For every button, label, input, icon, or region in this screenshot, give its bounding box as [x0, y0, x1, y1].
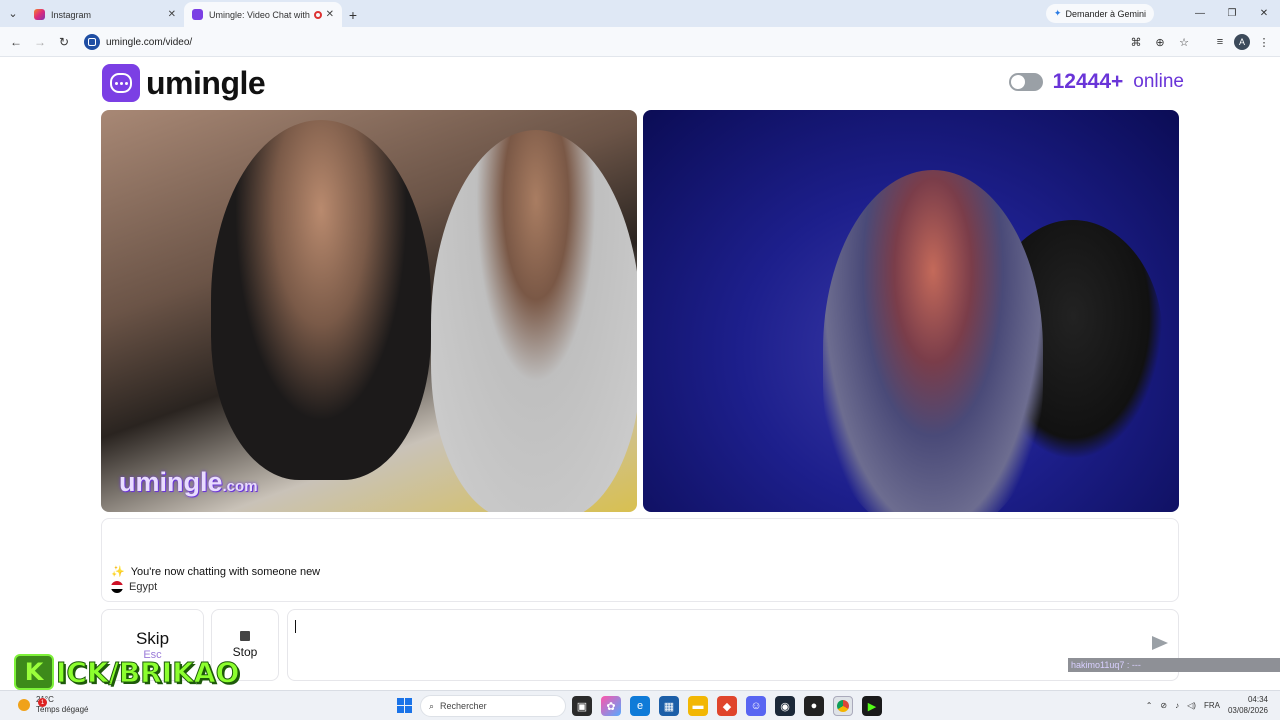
tab-umingle[interactable]: Umingle: Video Chat with S ✕ — [184, 2, 342, 27]
forward-arrow-icon[interactable]: → — [28, 30, 52, 54]
umingle-logo[interactable]: umingle — [102, 64, 266, 102]
system-message-text: You're now chatting with someone new — [130, 565, 321, 578]
close-icon[interactable]: ✕ — [326, 9, 334, 20]
system-message: ✨ You're now chatting with someone new — [111, 565, 321, 579]
weather-widget[interactable]: 1 21°C Temps dégagé — [18, 695, 88, 715]
network-icon[interactable]: ⊘ — [1160, 701, 1167, 710]
chevron-up-icon[interactable]: ⌃ — [1146, 701, 1153, 710]
ask-gemini-button[interactable]: ✦ Demander à Gemini — [1045, 4, 1154, 23]
windows-taskbar: 1 21°C Temps dégagé ⌕ Rechercher ▣ ✿ e ▦… — [0, 690, 1280, 720]
recording-icon — [313, 10, 322, 19]
gemini-label: Demander à Gemini — [1065, 8, 1146, 19]
language-indicator[interactable]: FRA — [1204, 701, 1220, 710]
chat-log: ✨ You're now chatting with someone new E… — [101, 518, 1179, 602]
skip-label: Skip — [135, 629, 170, 648]
sparkle-icon: ✨ — [111, 566, 125, 578]
tab-title: Instagram — [51, 9, 92, 20]
brave-icon[interactable]: ◆ — [717, 696, 737, 716]
search-placeholder: Rechercher — [440, 701, 487, 711]
logo-text: umingle — [146, 64, 266, 101]
kick-channel-text: ICK/BRIKAO — [55, 655, 240, 689]
clock[interactable]: 04:34 03/08/2026 — [1228, 694, 1268, 716]
address-toolbar: ← → ↻ umingle.com/video/ ⌘ ⊕ ☆ ≡ A ⋮ — [0, 27, 1280, 57]
theme-toggle[interactable] — [1008, 73, 1043, 91]
person-silhouette — [823, 170, 1043, 512]
text-caret — [295, 620, 296, 633]
stranger-country: Egypt — [111, 581, 157, 593]
close-icon[interactable]: ✕ — [168, 9, 176, 20]
url-bar[interactable]: umingle.com/video/ — [80, 31, 1200, 53]
online-indicator: 12444+ online — [1008, 70, 1184, 94]
gemini-sparkle-icon: ✦ — [1053, 8, 1062, 18]
clock-time: 04:34 — [1247, 695, 1268, 704]
clock-date: 03/08/2026 — [1227, 706, 1268, 715]
kick-logo-icon: K — [14, 654, 54, 690]
minimize-button[interactable]: — — [1184, 0, 1216, 27]
instagram-icon — [34, 9, 45, 20]
message-input[interactable] — [287, 609, 1179, 681]
umingle-watermark: umingle.com — [119, 467, 258, 498]
stop-icon — [240, 631, 250, 641]
volume-icon[interactable]: ◁) — [1187, 701, 1196, 710]
self-video — [643, 110, 1179, 512]
notification-badge: 1 — [38, 698, 47, 707]
site-info-icon[interactable] — [84, 34, 100, 50]
microphone-icon[interactable]: ♪ — [1175, 701, 1179, 710]
watermark-suffix: .com — [222, 478, 258, 495]
tab-instagram[interactable]: Instagram ✕ — [26, 2, 184, 27]
system-tray: ⌃ ⊘ ♪ ◁) FRA 04:34 03/08/2026 — [1146, 694, 1268, 716]
url-text: umingle.com/video/ — [106, 36, 193, 48]
umingle-favicon-icon — [192, 9, 203, 20]
profile-avatar[interactable]: A — [1234, 34, 1250, 50]
bookmark-star-icon[interactable]: ☆ — [1174, 32, 1194, 52]
file-explorer-icon[interactable]: ▬ — [688, 696, 708, 716]
sun-icon — [18, 699, 30, 711]
more-menu-icon[interactable]: ⋮ — [1254, 32, 1274, 52]
windows-start-icon[interactable] — [397, 698, 412, 713]
stranger-video: umingle.com — [101, 110, 637, 512]
taskbar-apps: ▣ ✿ e ▦ ▬ ◆ ☺ ◉ ● ▶ — [572, 696, 882, 716]
chat-bubble-icon — [102, 64, 140, 102]
back-arrow-icon[interactable]: ← — [4, 30, 28, 54]
send-icon[interactable] — [1152, 636, 1168, 650]
new-tab-button[interactable]: + — [342, 2, 364, 27]
taskbar-search[interactable]: ⌕ Rechercher — [420, 695, 566, 717]
search-icon: ⌕ — [429, 700, 435, 711]
edge-icon[interactable]: e — [630, 696, 650, 716]
kick-app-icon[interactable]: ▶ — [862, 696, 882, 716]
task-view-icon[interactable]: ▣ — [572, 696, 592, 716]
tab-title: Umingle: Video Chat with S — [209, 9, 310, 20]
watermark-main: umingle — [119, 467, 223, 497]
person-silhouette — [431, 130, 637, 512]
translate-icon[interactable]: ⌘ — [1126, 32, 1146, 52]
tab-search-icon[interactable]: ≡ — [1210, 32, 1230, 52]
online-label: online — [1133, 71, 1184, 92]
country-text: Egypt — [129, 581, 158, 593]
person-silhouette — [211, 120, 431, 480]
zoom-icon[interactable]: ⊕ — [1150, 32, 1170, 52]
chrome-icon[interactable] — [833, 696, 853, 716]
restore-button[interactable]: ❐ — [1216, 0, 1248, 27]
kick-chat-overlay: hakimo11uq7 : --- — [1068, 658, 1280, 672]
store-icon[interactable]: ▦ — [659, 696, 679, 716]
window-close-button[interactable]: ✕ — [1248, 0, 1280, 27]
online-count: 12444+ — [1052, 70, 1124, 93]
steam-icon[interactable]: ◉ — [775, 696, 795, 716]
kick-stream-overlay: K ICK/BRIKAO — [14, 654, 240, 690]
obs-icon[interactable]: ● — [804, 696, 824, 716]
tab-list-menu-button[interactable]: ⌄ — [0, 0, 26, 27]
egypt-flag-icon — [111, 581, 123, 593]
reload-icon[interactable]: ↻ — [52, 30, 76, 54]
discord-icon[interactable]: ☺ — [746, 696, 766, 716]
copilot-icon[interactable]: ✿ — [601, 696, 621, 716]
